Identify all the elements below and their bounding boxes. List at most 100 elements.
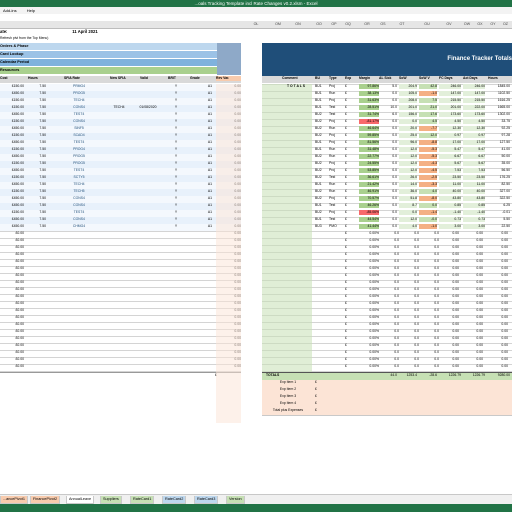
col-OM[interactable]: OM bbox=[268, 21, 288, 28]
table-cell[interactable]: 0.0 bbox=[419, 231, 439, 236]
table-cell[interactable]: PROG5 bbox=[64, 91, 94, 96]
tab-financepivot1[interactable]: ...ancePivot1 bbox=[0, 496, 28, 504]
table-cell[interactable]: Proj bbox=[329, 140, 343, 145]
table-cell[interactable]: 7.50 bbox=[28, 189, 46, 194]
table-cell[interactable]: -8.8 bbox=[419, 140, 437, 146]
table-cell[interactable]: 4.5 bbox=[419, 119, 437, 125]
table-cell[interactable]: -0.0 bbox=[419, 217, 437, 223]
table-cell[interactable]: 0.0 bbox=[399, 294, 419, 299]
table-cell[interactable]: 0.00 bbox=[439, 238, 459, 243]
table-cell[interactable]: £0.00 bbox=[0, 259, 25, 264]
table-cell[interactable]: Proj bbox=[329, 119, 343, 124]
table-cell[interactable]: 0.00 bbox=[463, 259, 483, 264]
table-cell[interactable]: 12.0 bbox=[399, 154, 417, 160]
table-cell[interactable]: 0.00% bbox=[359, 315, 379, 320]
table-cell[interactable]: Proj bbox=[329, 196, 343, 201]
table-cell[interactable]: £0.00 bbox=[0, 336, 25, 341]
table-cell[interactable]: 0.00 bbox=[463, 238, 483, 243]
table-cell[interactable]: 11.00 bbox=[439, 182, 461, 188]
table-cell[interactable]: 222.00 bbox=[463, 105, 485, 111]
table-cell[interactable]: £0.00 bbox=[0, 280, 25, 285]
table-cell[interactable]: £ bbox=[345, 140, 357, 145]
table-cell[interactable]: £150.00 bbox=[0, 175, 24, 180]
table-cell[interactable]: 0.0 bbox=[419, 259, 439, 264]
table-cell[interactable]: 0.00% bbox=[359, 252, 379, 257]
menu-addins[interactable]: Add-ins bbox=[3, 8, 17, 13]
table-cell[interactable]: 6.67 bbox=[463, 154, 485, 160]
table-cell[interactable]: A1 bbox=[190, 182, 212, 187]
table-cell[interactable]: £ bbox=[345, 217, 357, 222]
table-cell[interactable]: 0.00% bbox=[359, 294, 379, 299]
table-cell[interactable]: -5.3 bbox=[419, 154, 437, 160]
table-cell[interactable]: 0.0 bbox=[399, 252, 419, 257]
table-cell[interactable]: 0.0 bbox=[399, 238, 419, 243]
table-cell[interactable]: 36.61% bbox=[359, 175, 379, 181]
col-OP[interactable]: OP bbox=[327, 21, 341, 28]
table-cell[interactable]: £450.00 bbox=[0, 140, 24, 145]
col-OT[interactable]: OT bbox=[395, 21, 409, 28]
table-cell[interactable]: A1 bbox=[190, 84, 212, 89]
table-cell[interactable]: 0.00 bbox=[488, 301, 508, 306]
table-cell[interactable]: A1 bbox=[190, 189, 212, 194]
table-cell[interactable]: £ bbox=[345, 196, 357, 201]
table-cell[interactable]: 0.0 bbox=[379, 182, 397, 187]
tab-suppliers[interactable]: Suppliers bbox=[100, 496, 122, 504]
col-OR[interactable]: OR bbox=[360, 21, 374, 28]
table-cell[interactable]: A1 bbox=[190, 161, 212, 166]
col-OX[interactable]: OX bbox=[473, 21, 487, 28]
table-cell[interactable]: 36.0 bbox=[399, 189, 417, 195]
table-cell[interactable]: 26.0 bbox=[399, 175, 417, 181]
table-cell[interactable]: 28.51% bbox=[359, 105, 379, 111]
table-cell[interactable]: -1.0 bbox=[419, 91, 437, 97]
table-cell[interactable]: Y bbox=[168, 140, 184, 145]
table-cell[interactable]: 204.9 bbox=[399, 84, 417, 90]
table-cell[interactable]: TECH5 bbox=[64, 189, 94, 194]
table-cell[interactable]: Proj bbox=[329, 98, 343, 103]
table-cell[interactable]: 0.00 bbox=[439, 329, 459, 334]
table-cell[interactable]: BU2 bbox=[315, 196, 327, 201]
table-cell[interactable]: PROG4 bbox=[64, 147, 94, 152]
table-cell[interactable]: -2.5 bbox=[419, 175, 437, 181]
table-cell[interactable]: 40.00 bbox=[463, 189, 485, 195]
table-cell[interactable]: 0.0 bbox=[379, 231, 399, 236]
table-cell[interactable]: £0.00 bbox=[0, 364, 25, 369]
table-cell[interactable]: 215.50 bbox=[463, 98, 485, 104]
tab-ratecard2[interactable]: RateCard2 bbox=[162, 496, 187, 504]
table-cell[interactable]: 0.00 bbox=[488, 329, 508, 334]
table-cell[interactable]: A1 bbox=[190, 217, 212, 222]
table-cell[interactable]: £ bbox=[345, 147, 357, 152]
table-cell[interactable]: £ bbox=[345, 210, 357, 215]
table-cell[interactable]: -1.40 bbox=[439, 210, 461, 216]
table-cell[interactable]: £450.00 bbox=[0, 91, 24, 96]
table-cell[interactable]: Y bbox=[168, 84, 184, 89]
table-cell[interactable]: 31.63% bbox=[359, 98, 379, 104]
table-cell[interactable]: 17.6 bbox=[419, 112, 437, 118]
table-cell[interactable]: 0.0 bbox=[379, 322, 399, 327]
table-cell[interactable]: 7.5 bbox=[419, 98, 437, 104]
table-cell[interactable]: 43.80 bbox=[463, 196, 485, 202]
table-cell[interactable]: -81.17% bbox=[359, 119, 379, 125]
table-cell[interactable]: 7.50 bbox=[28, 224, 46, 229]
table-cell[interactable]: Proj bbox=[329, 133, 343, 138]
table-cell[interactable]: 0.00 bbox=[463, 322, 483, 327]
tab-financepivot2[interactable]: FinancePivot2 bbox=[30, 496, 61, 504]
table-cell[interactable]: Proj bbox=[329, 161, 343, 166]
table-cell[interactable]: 0.00 bbox=[439, 336, 459, 341]
table-cell[interactable]: 0.00% bbox=[359, 336, 379, 341]
table-cell[interactable]: 0.0 bbox=[379, 126, 397, 131]
table-cell[interactable]: £0.00 bbox=[0, 231, 25, 236]
table-cell[interactable]: TECH4 bbox=[64, 182, 94, 187]
table-cell[interactable]: 7.53 bbox=[439, 168, 461, 174]
table-cell[interactable]: 21.42% bbox=[359, 182, 379, 188]
table-cell[interactable]: £ bbox=[345, 119, 357, 124]
tab-ratecard1[interactable]: RateCard1 bbox=[130, 496, 155, 504]
table-cell[interactable]: £450.00 bbox=[0, 196, 24, 201]
table-cell[interactable]: 46.26% bbox=[359, 203, 379, 209]
table-cell[interactable]: 0.0 bbox=[379, 224, 397, 229]
table-cell[interactable]: 0.00 bbox=[463, 273, 483, 278]
table-cell[interactable]: 0.0 bbox=[379, 273, 399, 278]
table-cell[interactable]: £ bbox=[345, 224, 357, 229]
table-cell[interactable]: £150.00 bbox=[0, 105, 24, 110]
table-cell[interactable]: 0.0 bbox=[379, 287, 399, 292]
col-OS[interactable]: OS bbox=[376, 21, 390, 28]
